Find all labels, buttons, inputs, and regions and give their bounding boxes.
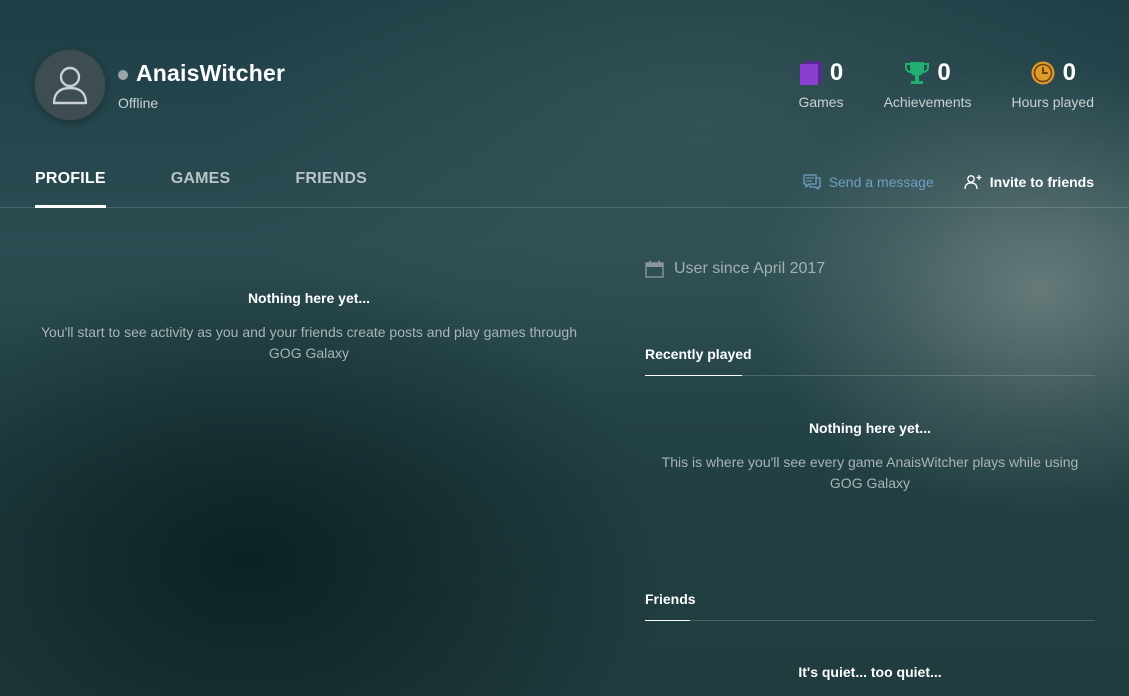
user-status: Offline <box>118 95 159 111</box>
status-dot <box>118 70 128 80</box>
stat-achievements[interactable]: 0 Achievements <box>884 58 972 110</box>
friends-empty-title: It's quiet... too quiet... <box>798 664 942 680</box>
member-since-text: User since April 2017 <box>674 260 826 277</box>
friends-empty: It's quiet... too quiet... <box>645 664 1095 680</box>
stat-hours-label: Hours played <box>1011 94 1095 110</box>
stat-hours-value: 0 <box>1062 59 1076 86</box>
recently-played-underline <box>645 375 742 376</box>
send-message-button[interactable]: Send a message <box>803 174 934 190</box>
username: AnaisWitcher <box>136 60 286 86</box>
tab-friends[interactable]: FRIENDS <box>295 170 367 208</box>
profile-tabs: PROFILE GAMES FRIENDS <box>35 170 432 208</box>
tab-profile[interactable]: PROFILE <box>35 170 106 208</box>
trophy-icon <box>905 62 930 84</box>
user-icon <box>52 66 88 105</box>
avatar[interactable] <box>35 50 105 120</box>
friends-title: Friends <box>645 591 696 607</box>
add-friend-icon <box>964 175 982 190</box>
profile-actions: Send a message Invite to friends <box>803 174 1094 190</box>
activity-feed: Nothing here yet... You'll start to see … <box>35 290 583 364</box>
recently-played-header[interactable]: Recently played <box>645 346 1095 376</box>
recently-played-empty: Nothing here yet... This is where you'll… <box>645 420 1095 494</box>
calendar-icon <box>645 260 664 278</box>
invite-to-friends-button[interactable]: Invite to friends <box>964 174 1094 190</box>
recently-played-empty-description: This is where you'll see every game Anai… <box>661 454 1079 491</box>
stat-games-value: 0 <box>829 59 844 86</box>
feed-empty-title: Nothing here yet... <box>247 290 371 306</box>
tab-divider <box>0 207 1129 208</box>
profile-stats: 0 Games 0 Achievements 0 Hours played <box>758 58 1094 110</box>
stat-hours[interactable]: 0 Hours played <box>1012 58 1095 110</box>
profile-sidebar: User since April 2017 Recently played No… <box>645 260 1095 680</box>
recently-played-title: Recently played <box>645 346 752 362</box>
message-icon <box>803 174 821 190</box>
recently-played-empty-title: Nothing here yet... <box>808 420 932 436</box>
username-row: AnaisWitcher <box>118 60 285 87</box>
friends-header[interactable]: Friends <box>645 591 1095 621</box>
stat-games[interactable]: 0 Games <box>798 58 843 110</box>
member-since: User since April 2017 <box>645 260 1095 278</box>
friends-underline <box>645 620 690 621</box>
send-message-label: Send a message <box>828 174 934 190</box>
invite-label: Invite to friends <box>989 174 1094 190</box>
stat-achievements-label: Achievements <box>883 94 972 110</box>
stat-games-label: Games <box>798 94 844 110</box>
tab-games[interactable]: GAMES <box>171 170 231 208</box>
clock-icon <box>1031 61 1055 85</box>
games-icon <box>799 61 822 85</box>
feed-empty-description: You'll start to see activity as you and … <box>40 324 577 361</box>
stat-achievements-value: 0 <box>937 59 951 86</box>
